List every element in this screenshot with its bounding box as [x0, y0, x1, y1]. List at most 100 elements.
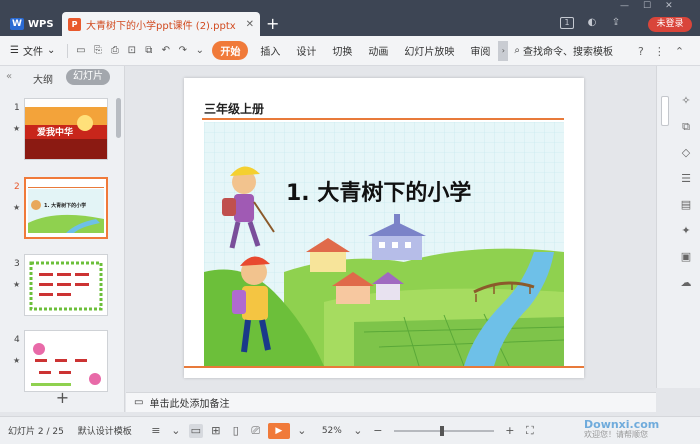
sorter-view-icon[interactable]: ⊞ — [209, 424, 223, 438]
notes-icon: ▭ — [134, 397, 144, 408]
animation-star-icon: ★ — [13, 203, 21, 212]
canvas-scrollbar[interactable] — [661, 96, 669, 126]
slide-thumbnail-row[interactable]: 2 ★ 1. 大青树下的小学 — [0, 177, 118, 243]
ribbon-more-icon[interactable]: › — [498, 40, 509, 61]
adjust-icon[interactable]: ☰ — [679, 172, 693, 186]
document-tab[interactable]: P 大青树下的小学ppt课件 (2).pptx ✕ — [62, 12, 260, 36]
chevron-down-icon[interactable]: ⌄ — [295, 424, 309, 438]
thumbnail-2-art: 1. 大青树下的小学 — [28, 187, 104, 233]
copy-format-icon[interactable]: ⧉ — [142, 44, 155, 57]
redo-icon[interactable]: ↷ — [176, 44, 189, 57]
file-menu[interactable]: ☰ 文件 ⌄ — [10, 43, 55, 58]
shapes-icon[interactable]: ◇ — [679, 146, 693, 160]
tab-outline[interactable]: 大纲 — [33, 71, 53, 86]
wps-home-tab[interactable]: W WPS — [4, 12, 59, 36]
slide-thumbnail-row[interactable]: 3 ★ — [0, 254, 118, 320]
page-badge-icon[interactable]: 1 — [560, 17, 574, 29]
slide-thumbnail[interactable]: 爱我中华 — [24, 98, 108, 160]
save-icon[interactable]: ▭ — [74, 44, 87, 57]
tab-review[interactable]: 审阅 — [462, 43, 498, 58]
layers-icon[interactable]: ⧉ — [679, 120, 693, 134]
tab-transition[interactable]: 切换 — [324, 43, 360, 58]
slide-counter: 幻灯片 2 / 25 — [8, 427, 64, 437]
ribbon-right-tools: ? ⋮ ⌃ — [638, 36, 684, 66]
document-tab-title: 大青树下的小学ppt课件 (2).pptx — [86, 20, 236, 32]
animation-star-icon: ★ — [13, 124, 21, 133]
window-controls: — ☐ ✕ — [620, 1, 673, 11]
slide-number: 4 — [14, 335, 20, 345]
normal-view-icon[interactable]: ▭ — [188, 423, 203, 438]
slide-header[interactable]: 三年级上册 — [204, 100, 264, 117]
notes-toggle-icon[interactable]: ≡ — [149, 424, 163, 438]
new-tab-button[interactable]: + — [266, 14, 279, 34]
tab-animation[interactable]: 动画 — [360, 43, 396, 58]
site-watermark: Downxi.com 欢迎您！请帮顺您 — [584, 418, 659, 440]
fit-window-icon[interactable]: ⛶ — [523, 424, 537, 438]
slide-thumbnail-selected[interactable]: 1. 大青树下的小学 — [24, 177, 108, 239]
image-icon[interactable]: ▣ — [679, 250, 693, 264]
more-chevron-icon[interactable]: ⌄ — [193, 44, 206, 57]
animation-icon[interactable]: ✦ — [679, 224, 693, 238]
slide-thumbnail-row[interactable]: 4 ★ — [0, 330, 118, 396]
zoom-slider-handle[interactable] — [439, 425, 444, 436]
skin-icon[interactable]: ◐ — [586, 17, 598, 29]
play-slideshow-button[interactable]: ▶ — [267, 422, 290, 439]
more-options-icon[interactable]: ⋮ — [654, 45, 665, 58]
slide-thumbnail[interactable] — [24, 330, 108, 392]
template-name[interactable]: 默认设计模板 — [78, 424, 132, 437]
share-icon[interactable]: ⇪ — [610, 17, 622, 29]
undo-icon[interactable]: ↶ — [159, 44, 172, 57]
magic-icon[interactable]: ✧ — [679, 94, 693, 108]
tab-insert[interactable]: 插入 — [252, 43, 288, 58]
zoom-in-icon[interactable]: + — [503, 424, 517, 438]
presenter-view-icon[interactable]: ⎚ — [249, 424, 263, 438]
slide-illustration[interactable]: 1. 大青树下的小学 — [204, 122, 564, 366]
slides-panel: « 大纲 幻灯片 1 ★ 爱我中华 2 ★ 1. 大青树下的小学 3 ★ 4 ★… — [0, 66, 125, 412]
help-icon[interactable]: ? — [638, 45, 644, 58]
slide-title: 1. 大青树下的小学 — [286, 180, 471, 206]
zoom-slider[interactable] — [393, 425, 494, 436]
divider — [67, 43, 69, 58]
slide-number: 3 — [14, 259, 20, 269]
minimize-icon[interactable]: — — [620, 1, 629, 11]
close-window-icon[interactable]: ✕ — [665, 1, 673, 11]
chevron-down-icon[interactable]: ⌄ — [169, 424, 183, 438]
export-icon[interactable]: ⎘ — [91, 44, 104, 57]
slide-thumbnail[interactable] — [24, 254, 108, 316]
maximize-icon[interactable]: ☐ — [643, 1, 651, 11]
ribbon-toolbar: ☰ 文件 ⌄ ▭ ⎘ ⎙ ⊡ ⧉ ↶ ↷ ⌄ 开始 插入 设计 切换 动画 幻灯… — [0, 36, 700, 66]
header-divider — [202, 118, 564, 120]
tab-slideshow[interactable]: 幻灯片放映 — [396, 43, 462, 58]
command-search[interactable]: ⌕ 查找命令、搜索模板 — [514, 43, 613, 58]
zoom-value[interactable]: 52% — [322, 426, 342, 436]
footer-divider — [184, 366, 584, 368]
preview-icon[interactable]: ⊡ — [125, 44, 138, 57]
thumbnail-1-title: 爱我中华 — [37, 126, 73, 138]
slide-thumbnail-row[interactable]: 1 ★ 爱我中华 — [0, 98, 118, 164]
animation-star-icon: ★ — [13, 356, 21, 365]
wps-window: W WPS P 大青树下的小学ppt课件 (2).pptx ✕ + — ☐ ✕ … — [0, 0, 700, 444]
cloud-icon[interactable]: ☁ — [679, 276, 693, 290]
reading-view-icon[interactable]: ▯ — [229, 424, 243, 438]
thumbnail-4-art — [31, 343, 101, 386]
watermark-sub: 欢迎您！请帮顺您 — [584, 430, 648, 439]
thumbnail-scrollbar[interactable] — [116, 98, 121, 138]
tab-slides[interactable]: 幻灯片 — [66, 69, 110, 85]
document-icon[interactable]: ▤ — [679, 198, 693, 212]
collapse-panel-icon[interactable]: « — [6, 71, 12, 82]
slide-canvas: 三年级上册 1. 大青树下的小学 — [126, 66, 656, 388]
collapse-ribbon-icon[interactable]: ⌃ — [675, 45, 684, 58]
command-search-label: 查找命令、搜索模板 — [522, 47, 613, 58]
chevron-down-icon[interactable]: ⌄ — [351, 424, 365, 438]
print-icon[interactable]: ⎙ — [108, 44, 121, 57]
tab-home[interactable]: 开始 — [212, 41, 249, 60]
right-tool-icons: ✧ ⧉ ◇ ☰ ▤ ✦ ▣ ☁ — [679, 94, 693, 290]
tab-design[interactable]: 设计 — [288, 43, 324, 58]
notes-pane[interactable]: ▭ 单击此处添加备注 — [126, 392, 656, 412]
zoom-out-icon[interactable]: − — [371, 424, 385, 438]
title-bar: W WPS P 大青树下的小学ppt课件 (2).pptx ✕ + — ☐ ✕ … — [0, 0, 700, 36]
login-button[interactable]: 未登录 — [648, 17, 692, 32]
close-tab-icon[interactable]: ✕ — [246, 19, 254, 30]
add-slide-button[interactable]: + — [0, 388, 125, 410]
current-slide[interactable]: 三年级上册 1. 大青树下的小学 — [184, 78, 584, 378]
